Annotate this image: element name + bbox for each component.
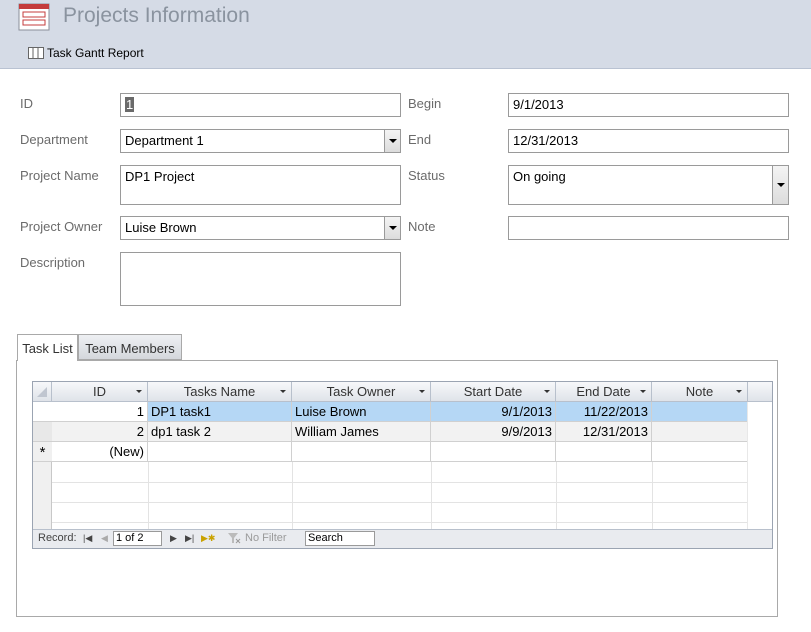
report-button-label: Task Gantt Report xyxy=(47,46,144,60)
task-datasheet: ID Tasks Name Task Owner Start Date End … xyxy=(32,381,773,549)
cell-new-id[interactable]: (New) xyxy=(52,442,148,462)
department-label: Department xyxy=(20,132,88,147)
cell-note[interactable] xyxy=(652,422,748,442)
status-label: Status xyxy=(408,168,445,183)
cell-end-date[interactable]: 11/22/2013 xyxy=(556,402,652,422)
project-owner-label: Project Owner xyxy=(20,219,103,234)
cell-new[interactable] xyxy=(292,442,431,462)
tab-task-list[interactable]: Task List xyxy=(17,334,78,361)
new-record-icon[interactable]: ▶✱ xyxy=(201,533,215,544)
cell-new[interactable] xyxy=(431,442,556,462)
last-record-icon[interactable]: ▶| xyxy=(185,533,194,544)
status-combo[interactable]: On going xyxy=(508,165,789,205)
column-header-start-date[interactable]: Start Date xyxy=(431,382,556,402)
column-header-label: Task Owner xyxy=(326,384,396,399)
column-header-note[interactable]: Note xyxy=(652,382,748,402)
chevron-down-icon xyxy=(776,183,785,187)
end-field[interactable]: 12/31/2013 xyxy=(508,129,789,153)
begin-field[interactable]: 9/1/2013 xyxy=(508,93,789,117)
record-navigation-bar: Record: |◀ ◀ 1 of 2 ▶ ▶| ▶✱ No Filter Se… xyxy=(33,529,772,548)
column-header-label: Tasks Name xyxy=(183,384,256,399)
chevron-down-icon xyxy=(388,226,397,230)
project-owner-combo[interactable]: Luise Brown xyxy=(120,216,401,240)
status-value: On going xyxy=(513,169,566,184)
table-row[interactable]: 2 dp1 task 2 William James 9/9/2013 12/3… xyxy=(33,422,748,442)
chevron-down-icon xyxy=(388,139,397,143)
record-selector[interactable] xyxy=(33,402,52,422)
column-header-label: ID xyxy=(93,384,106,399)
project-name-field[interactable]: DP1 Project xyxy=(120,165,401,205)
cell-note[interactable] xyxy=(652,402,748,422)
cell-new[interactable] xyxy=(652,442,748,462)
begin-label: Begin xyxy=(408,96,442,111)
sort-arrow-icon[interactable] xyxy=(136,390,142,393)
filter-icon[interactable] xyxy=(227,532,241,547)
note-label: Note xyxy=(408,219,436,234)
department-combo[interactable]: Department 1 xyxy=(120,129,401,153)
record-number-input[interactable]: 1 of 2 xyxy=(113,531,162,546)
id-label: ID xyxy=(20,96,33,111)
no-filter-button[interactable]: No Filter xyxy=(245,532,287,544)
department-dropdown-button[interactable] xyxy=(384,130,400,152)
column-header-label: Note xyxy=(685,384,714,399)
end-value: 12/31/2013 xyxy=(513,133,579,148)
search-input[interactable]: Search xyxy=(305,531,375,546)
cell-tasks-name[interactable]: DP1 task1 xyxy=(148,402,292,422)
column-header-tasks-name[interactable]: Tasks Name xyxy=(148,382,292,402)
project-name-label: Project Name xyxy=(20,168,99,183)
begin-value: 9/1/2013 xyxy=(513,97,564,112)
project-name-value: DP1 Project xyxy=(125,169,195,184)
end-label: End xyxy=(408,132,432,147)
datasheet-header: ID Tasks Name Task Owner Start Date End … xyxy=(33,382,772,402)
status-dropdown-button[interactable] xyxy=(772,166,788,204)
cell-new[interactable] xyxy=(556,442,652,462)
project-owner-value: Luise Brown xyxy=(125,220,197,235)
department-value: Department 1 xyxy=(125,133,204,148)
new-record-marker: * xyxy=(33,442,52,462)
sort-arrow-icon[interactable] xyxy=(640,390,646,393)
cell-end-date[interactable]: 12/31/2013 xyxy=(556,422,652,442)
id-value: 1 xyxy=(125,97,135,112)
column-header-end-date[interactable]: End Date xyxy=(556,382,652,402)
cell-start-date[interactable]: 9/1/2013 xyxy=(431,402,556,422)
empty-grid-area xyxy=(52,462,748,529)
select-all-corner[interactable] xyxy=(33,382,52,402)
column-header-label: End Date xyxy=(576,384,631,399)
cell-tasks-name[interactable]: dp1 task 2 xyxy=(148,422,292,442)
id-field[interactable]: 1 xyxy=(120,93,401,117)
column-header-id[interactable]: ID xyxy=(52,382,148,402)
record-selector[interactable] xyxy=(33,422,52,442)
task-gantt-report-button[interactable]: Task Gantt Report xyxy=(28,44,144,62)
form-title: Projects Information xyxy=(63,4,250,27)
next-record-icon[interactable]: ▶ xyxy=(170,533,177,544)
cell-id[interactable]: 1 xyxy=(52,402,148,422)
project-owner-dropdown-button[interactable] xyxy=(384,217,400,239)
previous-record-icon[interactable]: ◀ xyxy=(101,533,108,544)
report-icon xyxy=(28,47,44,59)
cell-new[interactable] xyxy=(148,442,292,462)
vertical-scroll-area[interactable] xyxy=(747,402,772,529)
cell-task-owner[interactable]: Luise Brown xyxy=(292,402,431,422)
tab-team-members[interactable]: Team Members xyxy=(78,334,182,360)
description-field[interactable] xyxy=(120,252,401,306)
first-record-icon[interactable]: |◀ xyxy=(83,533,92,544)
description-label: Description xyxy=(20,255,86,270)
corner-triangle-icon xyxy=(37,387,47,397)
column-header-label: Start Date xyxy=(463,384,523,399)
cell-id[interactable]: 2 xyxy=(52,422,148,442)
new-record-row[interactable]: * (New) xyxy=(33,442,748,462)
column-header-task-owner[interactable]: Task Owner xyxy=(292,382,431,402)
cell-task-owner[interactable]: William James xyxy=(292,422,431,442)
form-icon xyxy=(18,3,50,31)
sort-arrow-icon[interactable] xyxy=(419,390,425,393)
cell-start-date[interactable]: 9/9/2013 xyxy=(431,422,556,442)
sort-arrow-icon[interactable] xyxy=(736,390,742,393)
form-header: Projects Information Task Gantt Report xyxy=(0,0,811,69)
sort-arrow-icon[interactable] xyxy=(280,390,286,393)
sort-arrow-icon[interactable] xyxy=(544,390,550,393)
note-field[interactable] xyxy=(508,216,789,240)
table-row[interactable]: 1 DP1 task1 Luise Brown 9/1/2013 11/22/2… xyxy=(33,402,748,422)
record-label: Record: xyxy=(38,532,77,544)
